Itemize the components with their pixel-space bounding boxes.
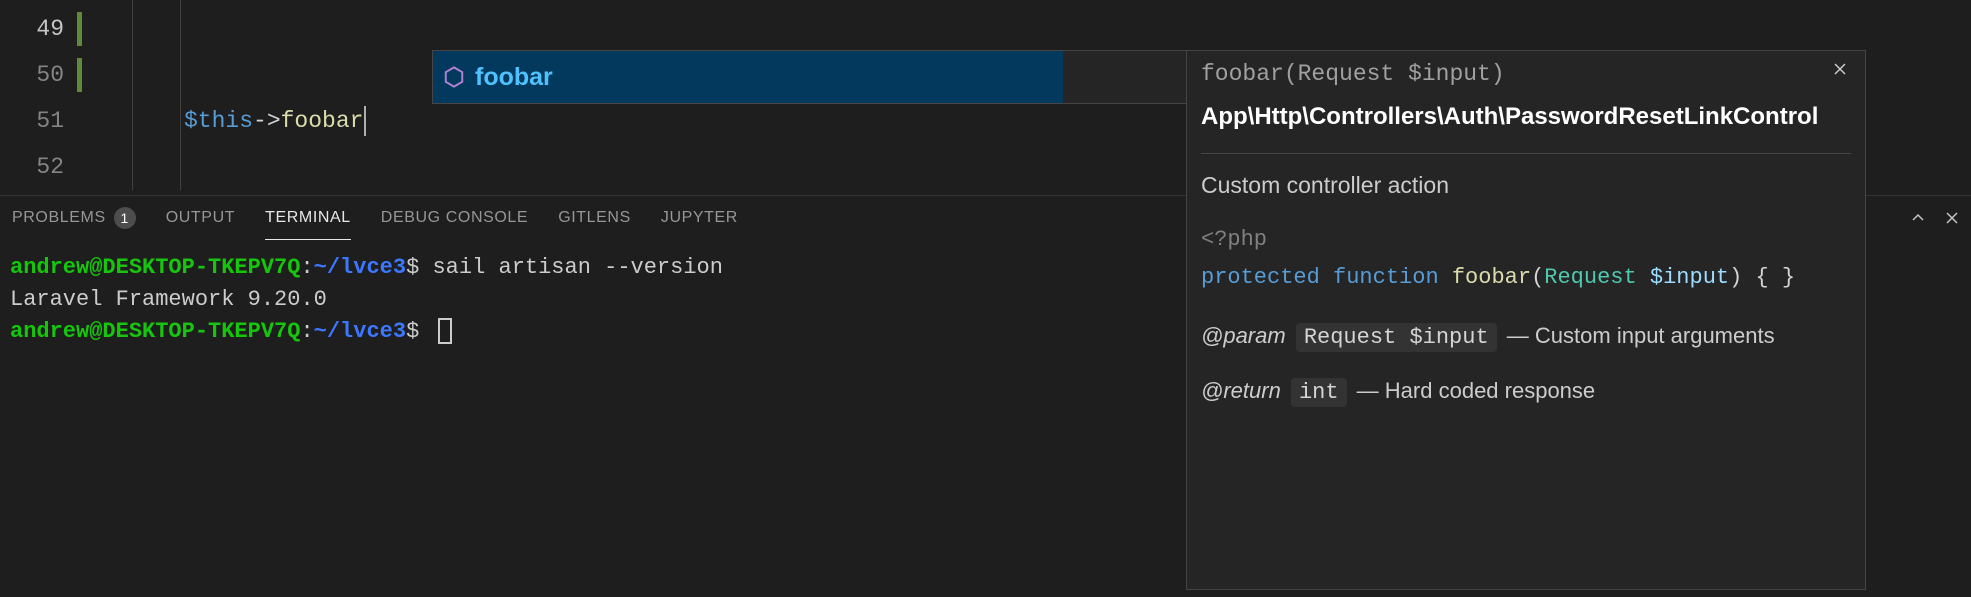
line-number: 51 (0, 98, 84, 144)
tab-terminal[interactable]: TERMINAL (265, 196, 351, 240)
tab-problems[interactable]: PROBLEMS 1 (12, 196, 136, 240)
token-arrow: -> (253, 108, 281, 134)
panel-action-bar (1905, 196, 1965, 240)
text-cursor (364, 106, 366, 136)
terminal-path: ~/lvce3 (314, 255, 406, 280)
close-icon[interactable] (1829, 61, 1851, 83)
doc-code-snippet: <?php protected function foobar(Request … (1201, 221, 1851, 297)
terminal-cursor (438, 318, 452, 344)
divider (1201, 153, 1851, 154)
autocomplete-label: foobar (475, 63, 553, 92)
doc-return-tag: @return int — Hard coded response (1201, 378, 1851, 407)
maximize-panel-icon[interactable] (1905, 205, 1931, 231)
doc-description: Custom controller action (1201, 172, 1851, 199)
terminal-command: sail artisan --version (432, 255, 722, 280)
tab-gitlens[interactable]: GITLENS (558, 196, 631, 240)
return-badge: int (1291, 378, 1347, 407)
tab-debug-console[interactable]: DEBUG CONSOLE (381, 196, 528, 240)
token-member: foobar (281, 108, 364, 134)
terminal-user: andrew@DESKTOP-TKEPV7Q (10, 255, 300, 280)
line-number: 50 (0, 52, 84, 98)
param-badge: Request $input (1296, 323, 1497, 352)
tab-jupyter[interactable]: JUPYTER (661, 196, 738, 240)
line-number-gutter: 49 50 51 52 (0, 0, 84, 190)
doc-signature: foobar(Request $input) (1201, 61, 1851, 87)
documentation-popup[interactable]: foobar(Request $input) App\Http\Controll… (1186, 50, 1866, 590)
doc-param-tag: @param Request $input — Custom input arg… (1201, 323, 1851, 352)
doc-namespace: App\Http\Controllers\Auth\PasswordResetL… (1201, 103, 1851, 131)
autocomplete-item[interactable]: foobar (433, 51, 1063, 103)
terminal-path: ~/lvce3 (314, 319, 406, 344)
terminal-user: andrew@DESKTOP-TKEPV7Q (10, 319, 300, 344)
problems-count-badge: 1 (114, 207, 136, 229)
tab-output[interactable]: OUTPUT (166, 196, 235, 240)
method-icon (443, 66, 465, 88)
line-number: 52 (0, 144, 84, 190)
token-this: $this (184, 108, 253, 134)
line-number: 49 (0, 6, 84, 52)
close-panel-icon[interactable] (1939, 205, 1965, 231)
